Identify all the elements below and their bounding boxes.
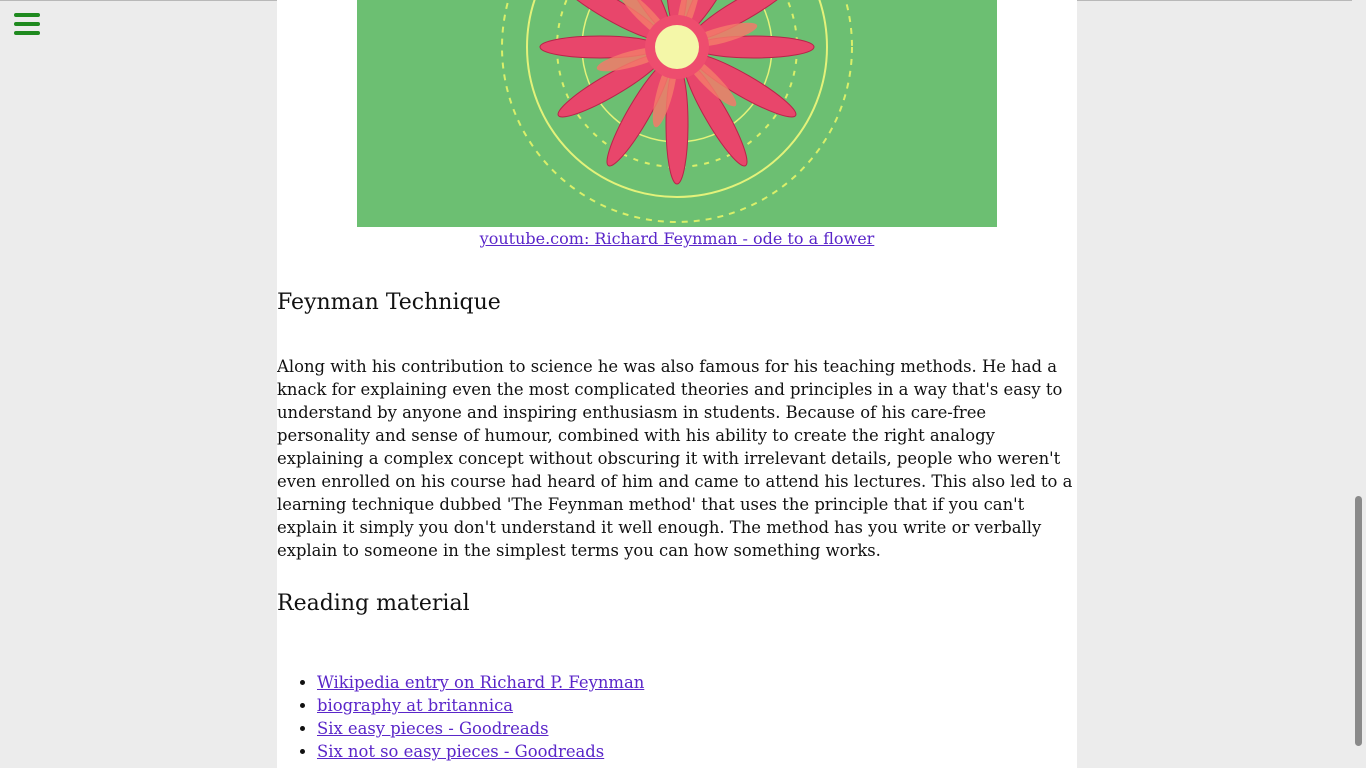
video-thumbnail-flower[interactable] [357,0,997,227]
link-six-easy-pieces[interactable]: Six easy pieces - Goodreads [317,719,549,738]
link-britannica-biography[interactable]: biography at britannica [317,696,513,715]
list-item: Wikipedia entry on Richard P. Feynman [317,671,644,694]
list-item: Six not so easy pieces - Goodreads [317,740,644,763]
vertical-scrollbar[interactable] [1352,0,1366,768]
link-six-not-so-easy-pieces[interactable]: Six not so easy pieces - Goodreads [317,742,604,761]
section-heading-reading-material: Reading material [277,591,470,616]
reading-list: Wikipedia entry on Richard P. Feynman bi… [277,671,644,763]
video-link[interactable]: youtube.com: Richard Feynman - ode to a … [480,229,875,248]
list-item: Six easy pieces - Goodreads [317,717,644,740]
feynman-technique-paragraph: Along with his contribution to science h… [277,357,1073,560]
section-heading-feynman-technique: Feynman Technique [277,290,501,315]
video-caption: youtube.com: Richard Feynman - ode to a … [277,229,1077,248]
hamburger-menu-icon[interactable] [14,13,40,35]
article-content: youtube.com: Richard Feynman - ode to a … [277,0,1077,768]
scrollbar-thumb[interactable] [1355,496,1362,746]
flower-illustration-icon [357,0,997,227]
list-item: biography at britannica [317,694,644,717]
link-wikipedia-feynman[interactable]: Wikipedia entry on Richard P. Feynman [317,673,644,692]
